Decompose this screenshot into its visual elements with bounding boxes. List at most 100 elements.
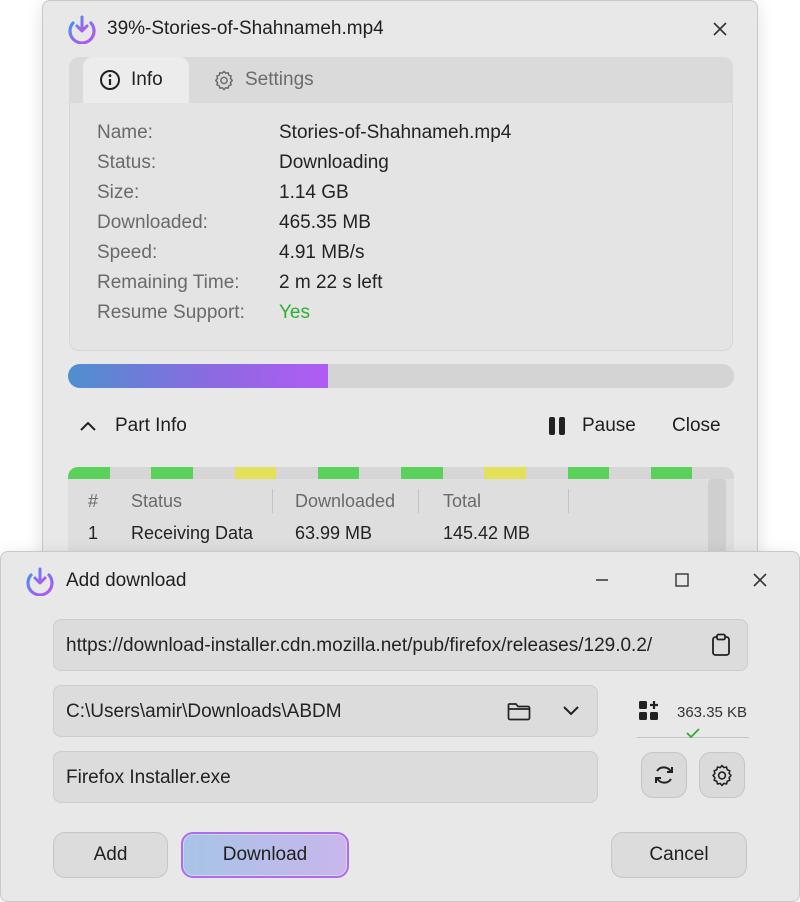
part-segment <box>317 467 360 479</box>
part-segment <box>442 467 485 479</box>
cell-number: 1 <box>88 523 99 543</box>
part-info-bar: Part Info Pause Close <box>43 409 757 449</box>
file-size-indicator: 363.35 KB <box>637 699 749 749</box>
add-button[interactable]: Add <box>53 832 168 878</box>
maximize-window-button[interactable] <box>667 565 697 595</box>
title-bar[interactable]: 39%-Stories-of-Shahnameh.mp4 <box>43 1 757 57</box>
column-divider[interactable] <box>418 489 419 513</box>
file-name-input[interactable]: Firefox Installer.exe <box>53 751 598 803</box>
check-icon <box>686 728 700 739</box>
info-value: 2 m 22 s left <box>279 272 383 293</box>
info-row-downloaded: Downloaded: 465.35 MB <box>70 212 732 242</box>
close-button[interactable]: Close <box>672 415 721 437</box>
app-logo-icon <box>67 14 97 45</box>
close-icon <box>713 22 727 36</box>
table-header: # Status Downloaded Total <box>68 485 708 517</box>
part-info-label: Part Info <box>115 415 187 436</box>
info-label: Name: <box>97 122 153 143</box>
cell-downloaded: 63.99 MB <box>295 523 373 543</box>
clipboard-icon <box>712 633 730 656</box>
part-segment <box>192 467 235 479</box>
info-row-status: Status: Downloading <box>70 152 732 182</box>
info-icon <box>100 70 120 90</box>
col-header-downloaded: Downloaded <box>295 491 396 511</box>
close-window-button[interactable] <box>705 14 735 44</box>
col-header-status: Status <box>131 491 183 511</box>
table-row[interactable]: 1 Receiving Data 63.99 MB 145.42 MB <box>68 519 708 551</box>
part-segment <box>109 467 152 479</box>
save-location-value: C:\Users\amir\Downloads\ABDM <box>66 701 342 722</box>
chevron-down-icon <box>563 706 579 716</box>
info-row-remaining-time: Remaining Time: 2 m 22 s left <box>70 272 732 302</box>
download-options-button[interactable] <box>699 752 745 798</box>
refresh-button[interactable] <box>641 752 687 798</box>
refresh-icon <box>655 766 673 784</box>
part-segment <box>567 467 610 479</box>
part-segment <box>234 467 277 479</box>
paste-button[interactable] <box>706 630 736 660</box>
info-label: Resume Support: <box>97 302 245 323</box>
info-label: Size: <box>97 182 140 203</box>
info-value: 465.35 MB <box>279 212 371 233</box>
tab-bar: Info Settings <box>69 57 733 103</box>
part-segment <box>359 467 401 479</box>
info-value: 4.91 MB/s <box>279 242 365 263</box>
column-divider[interactable] <box>272 489 273 513</box>
info-value: 1.14 GB <box>279 182 349 203</box>
cell-total: 145.42 MB <box>443 523 531 543</box>
info-value: Downloading <box>279 152 389 173</box>
info-row-speed: Speed: 4.91 MB/s <box>70 242 732 272</box>
tab-info-label: Info <box>131 69 163 90</box>
part-segment <box>525 467 568 479</box>
gear-icon <box>215 70 233 91</box>
pause-label: Pause <box>582 415 636 436</box>
add-download-window: Add download https://download-installer.… <box>0 551 800 902</box>
location-dropdown-button[interactable] <box>556 696 586 726</box>
app-logo-icon <box>25 566 55 597</box>
info-value: Yes <box>279 302 310 323</box>
part-segment <box>692 467 734 479</box>
pause-button[interactable]: Pause <box>548 415 636 437</box>
info-value: Stories-of-Shahnameh.mp4 <box>279 122 512 143</box>
part-info-toggle[interactable]: Part Info <box>79 415 187 437</box>
window-title: Add download <box>66 570 187 591</box>
part-segment <box>609 467 651 479</box>
title-bar[interactable]: Add download <box>1 552 799 608</box>
minimize-window-button[interactable] <box>587 565 617 595</box>
file-name-value: Firefox Installer.exe <box>66 767 231 788</box>
tab-settings[interactable]: Settings <box>197 57 330 103</box>
tab-info[interactable]: Info <box>83 57 189 103</box>
maximize-icon <box>675 573 689 587</box>
part-segment <box>484 467 526 479</box>
info-panel: Name: Stories-of-Shahnameh.mp4 Status: D… <box>69 103 733 351</box>
info-row-size: Size: 1.14 GB <box>70 182 732 212</box>
part-segment <box>650 467 693 479</box>
part-segment <box>401 467 443 479</box>
url-input[interactable]: https://download-installer.cdn.mozilla.n… <box>53 619 748 671</box>
info-row-resume-support: Resume Support: Yes <box>70 302 732 332</box>
column-divider[interactable] <box>568 489 569 513</box>
close-icon <box>753 573 767 587</box>
part-segment <box>276 467 318 479</box>
file-size-icon <box>639 701 658 720</box>
close-window-button[interactable] <box>745 565 775 595</box>
window-title: 39%-Stories-of-Shahnameh.mp4 <box>107 18 384 39</box>
file-size-value: 363.35 KB <box>677 704 748 721</box>
col-header-total: Total <box>443 491 482 511</box>
cell-status: Receiving Data <box>131 523 254 543</box>
part-segments-bar <box>68 467 734 479</box>
download-progress-window: 39%-Stories-of-Shahnameh.mp4 Info Settin… <box>42 0 758 575</box>
url-value: https://download-installer.cdn.mozilla.n… <box>66 635 653 656</box>
progress-fill <box>68 364 328 388</box>
info-label: Status: <box>97 152 157 173</box>
download-button[interactable]: Download <box>181 832 349 878</box>
col-header-number: # <box>88 491 99 511</box>
browse-folder-button[interactable] <box>504 696 534 726</box>
part-segment <box>68 467 110 479</box>
save-location-input[interactable]: C:\Users\amir\Downloads\ABDM <box>53 685 598 737</box>
gear-icon <box>712 764 732 787</box>
cancel-button[interactable]: Cancel <box>611 832 747 878</box>
download-progress-bar <box>68 364 734 388</box>
chevron-up-icon <box>80 421 96 431</box>
minimize-icon <box>596 579 608 581</box>
